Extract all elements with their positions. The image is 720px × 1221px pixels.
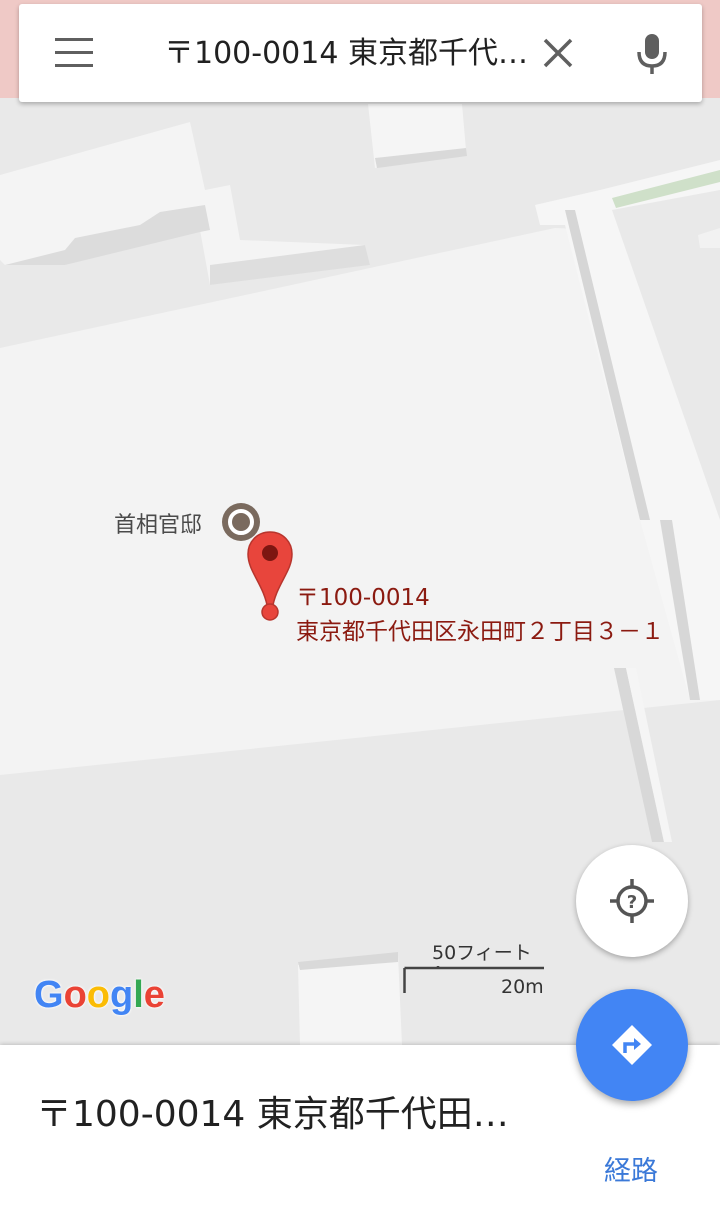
search-bar[interactable]: 〒100-0014 東京都千代… xyxy=(19,4,702,102)
close-icon[interactable] xyxy=(541,36,575,70)
scale-imperial-label: 50フィート xyxy=(432,942,532,964)
place-title[interactable]: 〒100-0014 東京都千代田… xyxy=(36,1093,516,1137)
search-input[interactable]: 〒100-0014 東京都千代… xyxy=(164,32,529,76)
address-street: 東京都千代田区永田町２丁目３－１ xyxy=(296,619,664,645)
hamburger-menu-icon[interactable] xyxy=(55,38,93,68)
svg-text:?: ? xyxy=(627,892,637,913)
microphone-icon[interactable] xyxy=(635,32,669,76)
locate-question-icon: ? xyxy=(610,879,654,923)
red-map-pin-icon[interactable] xyxy=(246,530,294,622)
poi-label[interactable]: 首相官邸 xyxy=(114,507,202,539)
address-label[interactable]: 〒100-0014 東京都千代田区永田町２丁目３－１ xyxy=(296,581,664,649)
address-postal-code: 〒100-0014 xyxy=(296,585,430,611)
directions-button[interactable] xyxy=(576,989,688,1101)
map-canvas[interactable]: 〒100-0014 東京都千代… 首相官邸 〒100-0014 東京都千代田区永… xyxy=(0,0,720,1045)
google-logo: Google xyxy=(34,974,165,1016)
scale-metric-label: 20m xyxy=(501,976,544,998)
locate-button[interactable]: ? xyxy=(576,845,688,957)
directions-arrow-icon xyxy=(612,1025,652,1065)
route-button-label[interactable]: 経路 xyxy=(604,1149,658,1188)
